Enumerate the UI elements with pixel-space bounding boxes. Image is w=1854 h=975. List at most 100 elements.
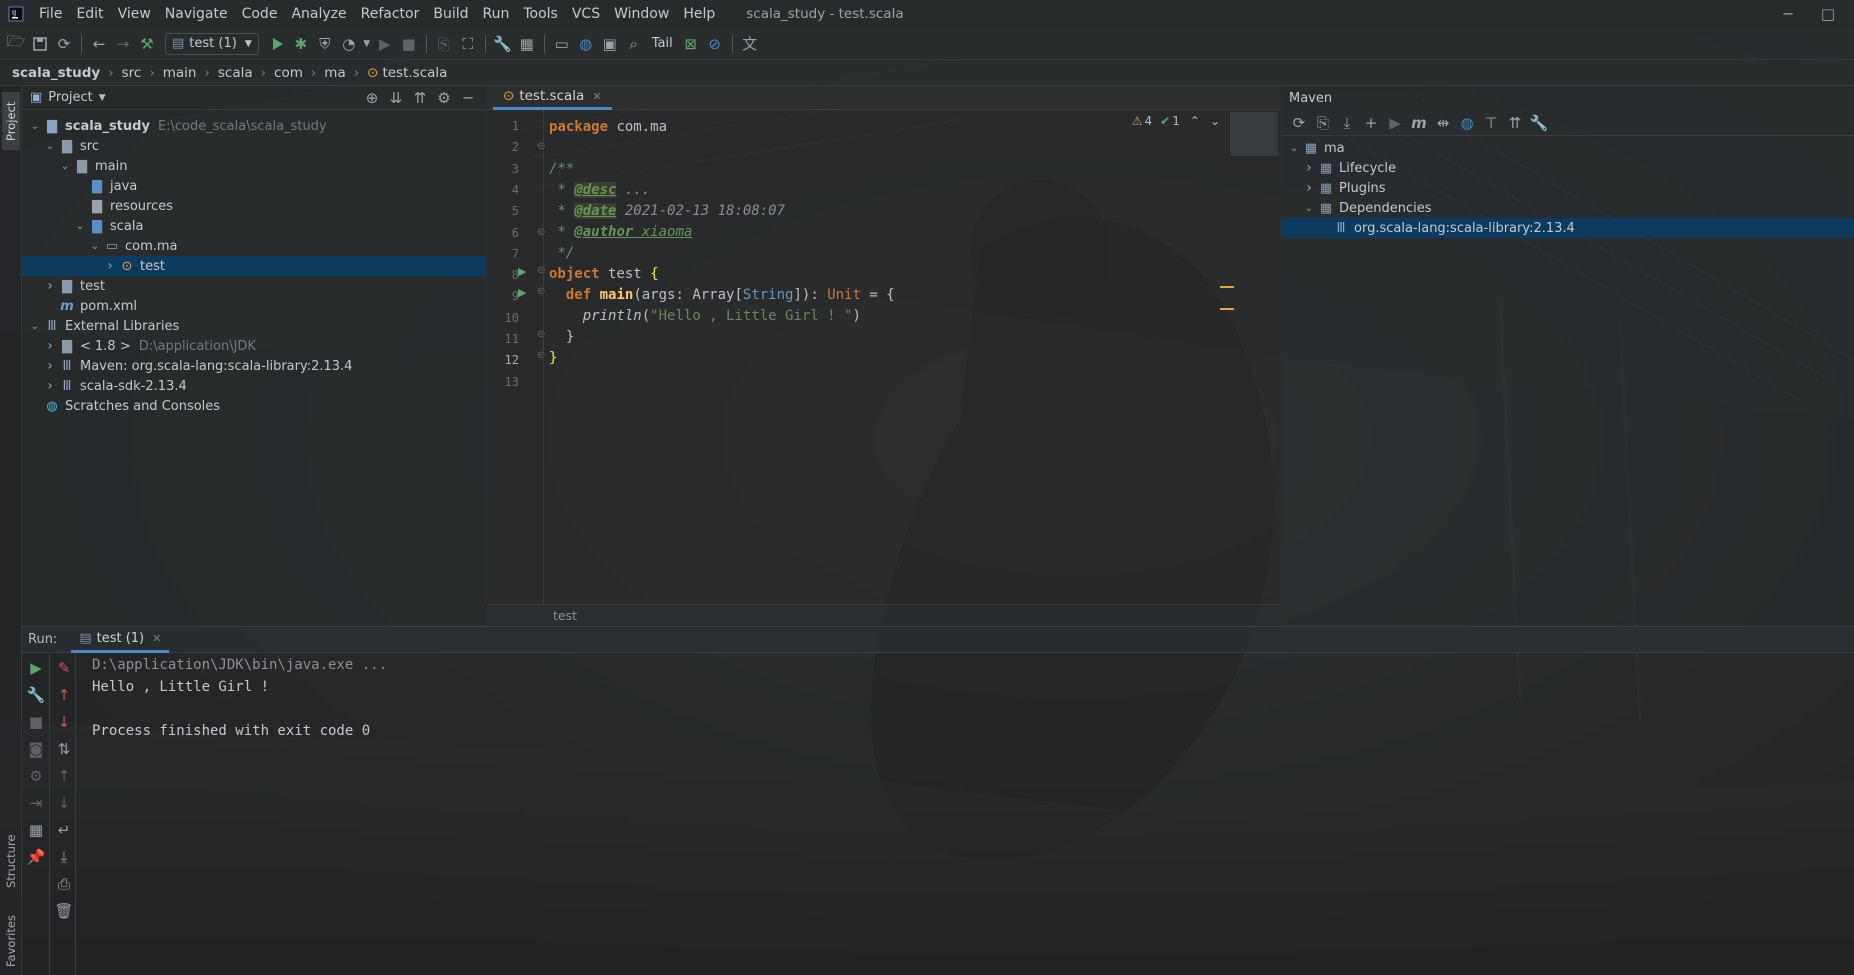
forward-icon[interactable]: → — [111, 32, 135, 56]
menu-help[interactable]: Help — [676, 0, 722, 28]
project-tree-node[interactable]: ⌄ ▇ src — [22, 136, 486, 156]
maven-goal-icon[interactable]: m — [1407, 111, 1431, 135]
menu-file[interactable]: File — [32, 0, 69, 28]
editor-breadcrumb-item[interactable]: test — [553, 608, 577, 623]
expand-chevron-icon[interactable]: ⌄ — [43, 141, 57, 152]
run-config-select[interactable]: ▤ test (1) ▼ — [165, 32, 259, 55]
project-tree-node[interactable]: › ▇ test — [22, 276, 486, 296]
toggle-offline-icon[interactable]: ⇹ — [1431, 111, 1455, 135]
expand-all-icon[interactable]: ⇊ — [384, 86, 408, 110]
run-icon[interactable]: ▶ — [1383, 111, 1407, 135]
camera-icon[interactable]: ◙ — [24, 737, 48, 761]
sort-icon[interactable]: ⇅ — [52, 737, 76, 761]
globe-icon[interactable]: ◍ — [574, 32, 598, 56]
collapse-chevron-icon[interactable]: › — [103, 258, 117, 274]
maven-tree-node[interactable]: › ▦ Plugins — [1281, 178, 1854, 198]
collapse-chevron-icon[interactable]: › — [1302, 180, 1316, 196]
folder-icon[interactable]: ▭ — [550, 32, 574, 56]
menu-build[interactable]: Build — [426, 0, 475, 28]
code-line[interactable]: println("Hello , Little Girl ! ") — [549, 308, 861, 324]
resume-icon[interactable]: ▶ — [373, 32, 397, 56]
project-view-label[interactable]: Project — [48, 90, 92, 105]
project-tree-node[interactable]: ⌄ ▇ scala — [22, 216, 486, 236]
code-line[interactable]: * @desc ... — [549, 182, 650, 198]
arrow-down-icon[interactable]: ↓ — [52, 710, 76, 734]
project-tree-node[interactable]: ⌄ ▭ com.ma — [22, 236, 486, 256]
run-gutter-icon[interactable]: ▶ — [518, 286, 526, 299]
project-tree-node[interactable]: m pom.xml — [22, 296, 486, 316]
menu-tools[interactable]: Tools — [516, 0, 565, 28]
run-tab[interactable]: ▤ test (1) ✕ — [71, 627, 170, 653]
breadcrumb-item[interactable]: main — [163, 65, 197, 81]
warning-marker[interactable] — [1220, 308, 1234, 310]
structure-tool-tab[interactable]: Structure — [2, 826, 20, 896]
sync-icon[interactable]: ⟳ — [52, 32, 76, 56]
menu-analyze[interactable]: Analyze — [284, 0, 353, 28]
code-line[interactable]: def main(args: Array[String]): Unit = { — [549, 287, 895, 303]
project-tree-node[interactable]: › ▇ < 1.8 > D:\application\JDK — [22, 336, 486, 356]
menu-navigate[interactable]: Navigate — [158, 0, 235, 28]
code-line[interactable]: } — [549, 350, 557, 366]
code-line[interactable]: */ — [549, 245, 574, 261]
attach-debugger-icon[interactable]: ⎘ — [432, 32, 456, 56]
menu-refactor[interactable]: Refactor — [354, 0, 427, 28]
fold-icon[interactable]: ⊖ — [537, 350, 545, 361]
skip-tests-icon[interactable]: ◍ — [1455, 111, 1479, 135]
close-icon[interactable]: ✕ — [152, 632, 161, 645]
show-dependencies-icon[interactable]: ⊤ — [1479, 111, 1503, 135]
settings-wrench-icon[interactable]: 🔧 — [491, 32, 515, 56]
download-icon[interactable]: ⤓ — [1335, 111, 1359, 135]
collapse-all-icon[interactable]: ⇈ — [408, 86, 432, 110]
terminal-icon[interactable]: ▣ — [598, 32, 622, 56]
project-tree-node[interactable]: › Ⅲ Maven: org.scala-lang:scala-library:2.… — [22, 356, 486, 376]
fold-icon[interactable]: ⊖ — [537, 329, 545, 340]
arrow-up-icon[interactable]: ↑ — [52, 683, 76, 707]
project-tree-node[interactable]: ⌄ ▇ main — [22, 156, 486, 176]
menu-edit[interactable]: Edit — [69, 0, 110, 28]
stop-icon[interactable]: ■ — [24, 710, 48, 734]
collapse-chevron-icon[interactable]: › — [43, 338, 57, 354]
coverage-icon[interactable]: ⛨ — [313, 32, 337, 56]
expand-chevron-icon[interactable]: ⌄ — [1302, 203, 1316, 214]
chevron-up-icon[interactable]: ⌃ — [1190, 114, 1200, 128]
pin-icon[interactable]: 📌 — [24, 845, 48, 869]
editor-tab[interactable]: ⊙ test.scala ✕ — [493, 86, 612, 110]
expand-chevron-icon[interactable]: ⌄ — [28, 321, 42, 332]
expand-chevron-icon[interactable]: ⌄ — [1287, 143, 1301, 154]
gear-icon[interactable]: ⚙ — [432, 86, 456, 110]
project-tree-node[interactable]: › ⊙ test — [22, 256, 486, 276]
chevron-down-icon[interactable]: ▼ — [99, 93, 106, 103]
maven-tree-node[interactable]: ⌄ ▦ Dependencies — [1281, 198, 1854, 218]
project-tool-tab[interactable]: Project — [2, 92, 20, 150]
debug-icon[interactable]: ✱ — [289, 32, 313, 56]
collapse-chevron-icon[interactable]: › — [43, 358, 57, 374]
menu-vcs[interactable]: VCS — [565, 0, 607, 28]
inspection-widget[interactable]: ⚠ 4 ✔ 1 ⌃ ⌄ — [1132, 114, 1220, 128]
tail-button[interactable]: Tail — [652, 36, 673, 51]
chevron-down-icon[interactable]: ▼ — [361, 32, 373, 56]
collapse-chevron-icon[interactable]: › — [1302, 160, 1316, 176]
code-line[interactable]: package com.ma — [549, 119, 667, 135]
locate-icon[interactable]: ⊕ — [360, 86, 384, 110]
breadcrumb-item[interactable]: com — [274, 65, 303, 81]
fold-icon[interactable]: ⊖ — [537, 227, 545, 238]
translate-icon[interactable]: 文 — [738, 32, 762, 56]
profile-icon[interactable]: ◔ — [337, 32, 361, 56]
maven-tree-node[interactable]: ⌄ ▦ ma — [1281, 138, 1854, 158]
breadcrumb-item[interactable]: test.scala — [382, 65, 447, 81]
stop-icon[interactable]: ■ — [397, 32, 421, 56]
fold-icon[interactable]: ⊖ — [537, 265, 545, 276]
fold-icon[interactable]: ⊖ — [537, 141, 545, 152]
open-folder-icon[interactable]: 🗁 — [4, 32, 28, 56]
expand-chevron-icon[interactable]: ⌄ — [58, 161, 72, 172]
generate-sources-icon[interactable]: ⎘ — [1311, 111, 1335, 135]
breadcrumb-item[interactable]: ma — [324, 65, 345, 81]
warning-marker[interactable] — [1220, 286, 1234, 288]
save-icon[interactable] — [28, 32, 52, 56]
breadcrumb-item[interactable]: src — [122, 65, 142, 81]
maven-tree-node[interactable]: › ▦ Lifecycle — [1281, 158, 1854, 178]
add-icon[interactable]: + — [1359, 111, 1383, 135]
project-tree-node[interactable]: ▇ resources — [22, 196, 486, 216]
soft-wrap-icon[interactable]: ↵ — [52, 818, 76, 842]
breadcrumb-item[interactable]: scala_study — [12, 65, 100, 81]
